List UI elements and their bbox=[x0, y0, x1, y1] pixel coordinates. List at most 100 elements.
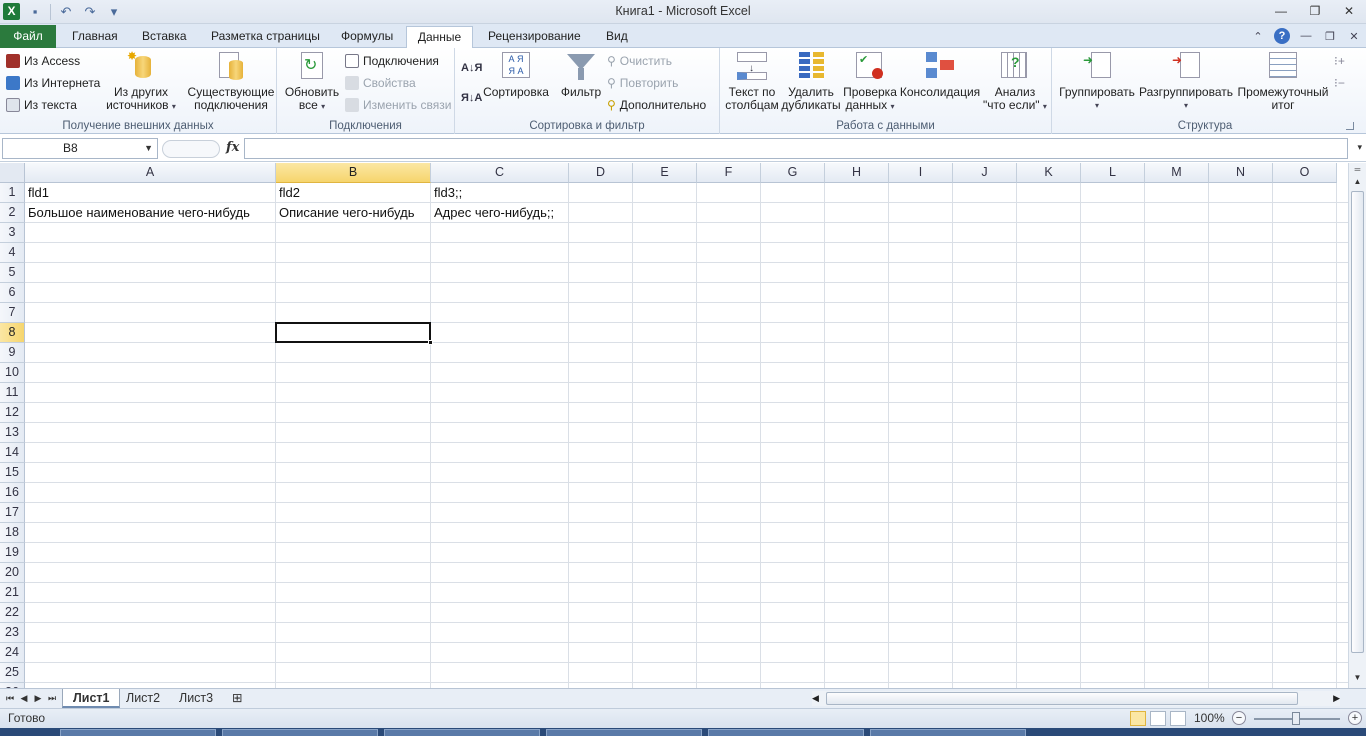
from-access-button[interactable]: Из Access bbox=[6, 51, 80, 71]
show-detail-button[interactable]: ⁝+ bbox=[1334, 51, 1345, 71]
row-header[interactable]: 4 bbox=[0, 243, 25, 263]
row-header[interactable]: 24 bbox=[0, 643, 25, 663]
taskbar-item[interactable] bbox=[546, 729, 702, 736]
taskbar-item[interactable] bbox=[870, 729, 1026, 736]
from-web-button[interactable]: Из Интернета bbox=[6, 73, 100, 93]
sheet-tab-3[interactable]: Лист3 bbox=[169, 689, 223, 708]
zoom-out-icon[interactable]: − bbox=[1232, 711, 1246, 725]
name-box[interactable]: B8 ▼ bbox=[2, 138, 158, 159]
fill-handle[interactable] bbox=[428, 340, 433, 345]
existing-connections-button[interactable]: Существующие подключения bbox=[188, 50, 274, 112]
page-break-view-icon[interactable] bbox=[1170, 711, 1186, 726]
row-header[interactable]: 16 bbox=[0, 483, 25, 503]
tab-file[interactable]: Файл bbox=[0, 25, 56, 48]
tab-insert[interactable]: Вставка bbox=[132, 26, 197, 48]
ungroup-button[interactable]: ➜ Разгруппировать ▾ bbox=[1139, 50, 1233, 112]
zoom-level[interactable]: 100% bbox=[1194, 711, 1225, 725]
row-header[interactable]: 22 bbox=[0, 603, 25, 623]
column-header[interactable]: E bbox=[633, 163, 697, 183]
row-header[interactable]: 19 bbox=[0, 543, 25, 563]
select-all-corner[interactable] bbox=[0, 163, 25, 183]
horizontal-scroll-thumb[interactable] bbox=[826, 692, 1298, 705]
spreadsheet-grid[interactable]: A B C D E F G H I J K L M N O 1 2 3 4 5 6 7 8 9 10 11 12 13 14 15 16 17… bbox=[0, 163, 1348, 688]
expand-formula-bar-icon[interactable]: ▾ bbox=[1357, 142, 1362, 153]
scroll-down-icon[interactable]: ▼ bbox=[1351, 671, 1364, 685]
insert-sheet-icon[interactable]: ⊞ bbox=[226, 689, 248, 708]
sort-za-button[interactable]: Я↓А bbox=[461, 88, 482, 108]
row-header[interactable]: 18 bbox=[0, 523, 25, 543]
cell-b1[interactable]: fld2 bbox=[276, 183, 300, 203]
taskbar-item[interactable] bbox=[708, 729, 864, 736]
filter-button[interactable]: Фильтр bbox=[559, 50, 603, 99]
from-other-sources-button[interactable]: ✸ Из других источников ▾ bbox=[104, 50, 178, 113]
row-header[interactable]: 2 bbox=[0, 203, 25, 223]
column-header[interactable]: C bbox=[431, 163, 569, 183]
group-button[interactable]: ➜ Группировать ▾ bbox=[1058, 50, 1136, 112]
prev-sheet-icon[interactable]: ◀ bbox=[18, 691, 30, 705]
consolidate-button[interactable]: Консолидация bbox=[900, 50, 980, 99]
row-header[interactable]: 10 bbox=[0, 363, 25, 383]
row-header[interactable]: 20 bbox=[0, 563, 25, 583]
cell-b2[interactable]: Описание чего-нибудь bbox=[276, 203, 414, 223]
column-header[interactable]: F bbox=[697, 163, 761, 183]
close-icon[interactable]: ✕ bbox=[1332, 0, 1366, 22]
row-header[interactable]: 8 bbox=[0, 323, 25, 343]
tab-home[interactable]: Главная bbox=[62, 26, 128, 48]
cell-a1[interactable]: fld1 bbox=[25, 183, 49, 203]
first-sheet-icon[interactable]: ⏮ bbox=[4, 691, 16, 705]
row-header[interactable]: 13 bbox=[0, 423, 25, 443]
hide-detail-button[interactable]: ⁝− bbox=[1334, 73, 1345, 93]
zoom-slider-thumb[interactable] bbox=[1292, 712, 1300, 725]
last-sheet-icon[interactable]: ⏭ bbox=[46, 691, 58, 705]
row-header[interactable]: 5 bbox=[0, 263, 25, 283]
row-header[interactable]: 21 bbox=[0, 583, 25, 603]
vertical-scroll-thumb[interactable] bbox=[1351, 191, 1364, 653]
row-header[interactable]: 12 bbox=[0, 403, 25, 423]
properties-button[interactable]: Свойства bbox=[345, 73, 416, 93]
row-header[interactable]: 11 bbox=[0, 383, 25, 403]
tab-data[interactable]: Данные bbox=[406, 26, 473, 49]
active-cell[interactable] bbox=[275, 322, 431, 343]
cell-c2[interactable]: Адрес чего-нибудь;; bbox=[431, 203, 554, 223]
sort-button[interactable]: А ЯЯ А Сортировка bbox=[483, 50, 549, 99]
connections-button[interactable]: Подключения bbox=[345, 51, 439, 71]
page-layout-view-icon[interactable] bbox=[1150, 711, 1166, 726]
doc-restore-icon[interactable]: ❐ bbox=[1322, 28, 1338, 44]
row-header[interactable]: 9 bbox=[0, 343, 25, 363]
column-header[interactable]: K bbox=[1017, 163, 1081, 183]
minimize-ribbon-icon[interactable]: ⌃ bbox=[1250, 28, 1266, 44]
column-header[interactable]: J bbox=[953, 163, 1017, 183]
remove-duplicates-button[interactable]: Удалить дубликаты bbox=[781, 50, 841, 112]
taskbar-item[interactable] bbox=[60, 729, 216, 736]
sheet-tab-2[interactable]: Лист2 bbox=[116, 689, 170, 708]
cell-c1[interactable]: fld3;; bbox=[431, 183, 462, 203]
column-header[interactable]: D bbox=[569, 163, 633, 183]
clear-filter-button[interactable]: ⚲ Очистить bbox=[607, 51, 672, 71]
text-to-columns-button[interactable]: ↓ Текст по столбцам bbox=[724, 50, 780, 112]
doc-minimize-icon[interactable]: — bbox=[1298, 28, 1314, 44]
column-header[interactable]: I bbox=[889, 163, 953, 183]
row-header[interactable]: 15 bbox=[0, 463, 25, 483]
doc-close-icon[interactable]: ✕ bbox=[1346, 28, 1362, 44]
tab-page-layout[interactable]: Разметка страницы bbox=[201, 26, 330, 48]
edit-links-button[interactable]: Изменить связи bbox=[345, 95, 451, 115]
row-header[interactable]: 23 bbox=[0, 623, 25, 643]
column-header[interactable]: N bbox=[1209, 163, 1273, 183]
row-header[interactable]: 14 bbox=[0, 443, 25, 463]
scroll-left-icon[interactable]: ◀ bbox=[812, 691, 819, 706]
data-validation-button[interactable]: ✔ Проверка данных ▾ bbox=[842, 50, 898, 113]
normal-view-icon[interactable] bbox=[1130, 711, 1146, 726]
scroll-up-icon[interactable]: ▲ bbox=[1351, 175, 1364, 189]
sort-az-button[interactable]: А↓Я bbox=[461, 58, 482, 78]
from-text-button[interactable]: Из текста bbox=[6, 95, 77, 115]
scroll-right-icon[interactable]: ▶ bbox=[1333, 691, 1340, 706]
column-header[interactable]: A bbox=[25, 163, 276, 183]
column-header[interactable]: O bbox=[1273, 163, 1337, 183]
what-if-button[interactable]: ? Анализ "что если" ▾ bbox=[982, 50, 1048, 113]
row-header[interactable]: 1 bbox=[0, 183, 25, 203]
zoom-in-icon[interactable]: + bbox=[1348, 711, 1362, 725]
horizontal-scrollbar[interactable]: ◀ ▶ bbox=[812, 691, 1340, 706]
column-header[interactable]: M bbox=[1145, 163, 1209, 183]
advanced-filter-button[interactable]: ⚲ Дополнительно bbox=[607, 95, 706, 115]
reapply-button[interactable]: ⚲ Повторить bbox=[607, 73, 678, 93]
